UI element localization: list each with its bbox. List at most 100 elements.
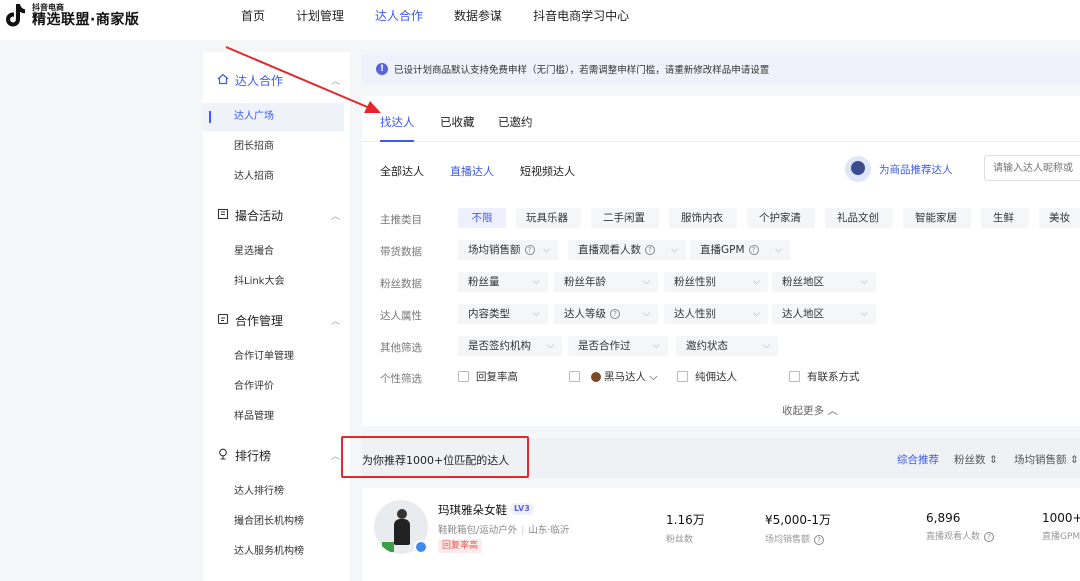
dropdown-label: 达人等级 (564, 308, 606, 320)
dropdown-cooperated[interactable]: 是否合作过 ⌵ (568, 336, 668, 356)
sort-comprehensive[interactable]: 综合推荐 (897, 452, 939, 467)
checkbox-label: 有联系方式 (807, 371, 860, 383)
sidebar-item-sample-management[interactable]: 样品管理 (203, 403, 344, 431)
nav-home[interactable]: 首页 (241, 0, 265, 40)
metric-live-gpm: 1000+ 直播GPM (1042, 511, 1080, 542)
filter-label: 个性筛选 (380, 373, 422, 385)
chip-category-beauty[interactable]: 美妆 (1039, 208, 1080, 228)
sidebar-item-leader-org-ranking[interactable]: 撮合团长机构榜 (203, 508, 344, 536)
chevron-up-icon: ︿ (330, 77, 340, 87)
dropdown-label: 粉丝年龄 (564, 276, 606, 288)
chip-category-gifts[interactable]: 礼品文创 (825, 208, 893, 228)
sidebar-item-influencer-square[interactable]: 达人广场 (203, 103, 344, 131)
dropdown-avg-sales[interactable]: 场均销售额? ⌵ (458, 240, 558, 260)
annotation-highlight-box (341, 436, 529, 478)
recommend-for-product-button[interactable]: 为商品推荐达人 (845, 156, 953, 182)
subtab-bar: 全部达人 直播达人 短视频达人 为商品推荐达人 (362, 155, 1080, 186)
influencer-search-input[interactable] (984, 155, 1080, 181)
tab-favorites[interactable]: 已收藏 (440, 114, 475, 130)
dropdown-fan-count[interactable]: 粉丝量 ⌵ (458, 272, 548, 292)
dropdown-live-viewers[interactable]: 直播观看人数? ⌵ (568, 240, 686, 260)
subtab-all-influencers[interactable]: 全部达人 (380, 163, 424, 179)
sort-icon: ⇕ (988, 454, 998, 466)
chip-category-any[interactable]: 不限 (458, 208, 506, 228)
chevron-down-icon: ⌵ (861, 277, 868, 287)
influencer-name[interactable]: 玛琪雅朵女鞋 (438, 502, 507, 518)
dropdown-fan-gender[interactable]: 粉丝性别 ⌵ (664, 272, 768, 292)
checkbox-has-contact[interactable] (789, 371, 800, 382)
subtab-short-video-influencers[interactable]: 短视频达人 (520, 163, 575, 179)
sort-fan-count[interactable]: 粉丝数 ⇕ (954, 452, 998, 467)
sidebar-item-cooperation-review[interactable]: 合作评价 (203, 373, 344, 401)
sidebar: 达人合作 ︿ 达人广场 团长招商 达人招商 撮合活动 ︿ 星选撮合 抖Link大… (203, 52, 350, 581)
checkbox-commission-only[interactable] (677, 371, 688, 382)
info-icon: ! (376, 63, 388, 75)
dropdown-label: 粉丝量 (468, 276, 500, 288)
sidebar-group-influencer-cooperation[interactable]: 达人合作 ︿ (203, 65, 350, 95)
sidebar-item-star-match[interactable]: 星选撮合 (203, 238, 344, 266)
high-reply-badge: 回复率高 (438, 539, 483, 553)
sidebar-item-leader-recruit[interactable]: 团长招商 (203, 133, 344, 161)
dropdown-influencer-gender[interactable]: 达人性别 ⌵ (664, 304, 768, 324)
brand-logo[interactable]: 抖音电商 精选联盟·商家版 (4, 2, 139, 28)
notice-bar: ! 已设计划商品默认支持免费申样（无门槛），若需调整申样门槛，请重新修改样品申请… (362, 54, 1080, 84)
checkbox-dark-horse[interactable] (569, 371, 580, 382)
sidebar-item-order-management[interactable]: 合作订单管理 (203, 343, 344, 371)
chip-category-smart-home[interactable]: 智能家居 (903, 208, 971, 228)
dropdown-label: 邀约状态 (686, 340, 728, 352)
sidebar-item-douyin-link[interactable]: 抖Link大会 (203, 268, 344, 296)
sidebar-group-cooperation-management[interactable]: 合作管理 ︿ (203, 305, 350, 335)
help-icon: ? (984, 531, 995, 542)
chip-category-apparel[interactable]: 服饰内衣 (669, 208, 737, 228)
nav-plan-management[interactable]: 计划管理 (296, 0, 344, 40)
filter-row-sales: 带货数据 场均销售额? ⌵ 直播观看人数? ⌵ 直播GPM? ⌵ (362, 240, 1080, 262)
filter-label: 达人属性 (380, 310, 422, 322)
dropdown-label: 达人性别 (674, 308, 716, 320)
dropdown-influencer-level[interactable]: 达人等级? ⌵ (554, 304, 658, 324)
level-badge: LV3 (510, 503, 534, 515)
nav-data-advisor[interactable]: 数据参谋 (454, 0, 502, 40)
checkbox-high-reply-rate[interactable] (458, 371, 469, 382)
collapse-more-button[interactable]: 收起更多 ︿ (782, 403, 838, 418)
metric-fans: 1.16万 粉丝数 (666, 511, 705, 545)
sort-avg-sales[interactable]: 场均销售额 ⇕ (1014, 452, 1079, 467)
nav-learning-center[interactable]: 抖音电商学习中心 (533, 0, 629, 40)
filter-row-fans: 粉丝数据 粉丝量 ⌵ 粉丝年龄 ⌵ 粉丝性别 ⌵ 粉丝地区 ⌵ (362, 272, 1080, 294)
chip-category-personal-care[interactable]: 个护家清 (747, 208, 815, 228)
dropdown-influencer-region[interactable]: 达人地区 ⌵ (772, 304, 876, 324)
dropdown-content-type[interactable]: 内容类型 ⌵ (458, 304, 548, 324)
filter-row-personalized: 个性筛选 回复率高 黑马达人 ⌵ 纯佣达人 有联系方式 (362, 367, 1080, 389)
sidebar-group-matchmaking[interactable]: 撮合活动 ︿ (203, 200, 350, 230)
sidebar-item-service-org-ranking[interactable]: 达人服务机构榜 (203, 538, 344, 566)
chevron-down-icon: ⌵ (753, 277, 760, 287)
dropdown-signed-agency[interactable]: 是否签约机构 ⌵ (458, 336, 562, 356)
dropdown-label: 直播GPM (700, 244, 745, 256)
dropdown-fan-region[interactable]: 粉丝地区 ⌵ (772, 272, 876, 292)
help-icon: ? (748, 245, 759, 255)
chip-category-fresh[interactable]: 生鲜 (981, 208, 1029, 228)
nav-influencer-cooperation[interactable]: 达人合作 (375, 0, 423, 40)
brand-main-text: 精选联盟·商家版 (32, 11, 140, 28)
chevron-down-icon: ⌵ (643, 277, 650, 287)
sidebar-item-influencer-recruit[interactable]: 达人招商 (203, 163, 344, 191)
dropdown-label: 内容类型 (468, 308, 510, 320)
chip-category-toys[interactable]: 玩具乐器 (516, 208, 581, 228)
sidebar-group-rankings[interactable]: 排行榜 ︿ (203, 440, 350, 470)
sidebar-item-influencer-ranking[interactable]: 达人排行榜 (203, 478, 344, 506)
influencer-tags: 鞋靴箱包/运动户外 | 山东·临沂 (438, 525, 570, 536)
active-tab-underline (380, 140, 414, 142)
chevron-down-icon: ⌵ (653, 341, 660, 351)
dropdown-fan-age[interactable]: 粉丝年龄 ⌵ (554, 272, 658, 292)
help-icon: ? (814, 534, 825, 545)
tab-find-influencer[interactable]: 找达人 (380, 114, 415, 130)
sidebar-group-label: 合作管理 (235, 313, 284, 328)
dropdown-invite-status[interactable]: 邀约状态 ⌵ (676, 336, 778, 356)
influencer-card[interactable]: 玛琪雅朵女鞋 LV3 鞋靴箱包/运动户外 | 山东·临沂 回复率高 1.16万 粉丝… (362, 488, 1080, 581)
metric-label: 直播GPM (1042, 532, 1080, 542)
metric-label: 场均销售额? (765, 532, 831, 545)
dropdown-live-gpm[interactable]: 直播GPM? ⌵ (690, 240, 790, 260)
chip-category-second-hand[interactable]: 二手闲置 (591, 208, 659, 228)
notice-text: 已设计划商品默认支持免费申样（无门槛），若需调整申样门槛，请重新修改样品申请设置 (394, 65, 770, 76)
subtab-live-influencers[interactable]: 直播达人 (450, 163, 494, 179)
tab-invited[interactable]: 已邀约 (498, 114, 533, 130)
